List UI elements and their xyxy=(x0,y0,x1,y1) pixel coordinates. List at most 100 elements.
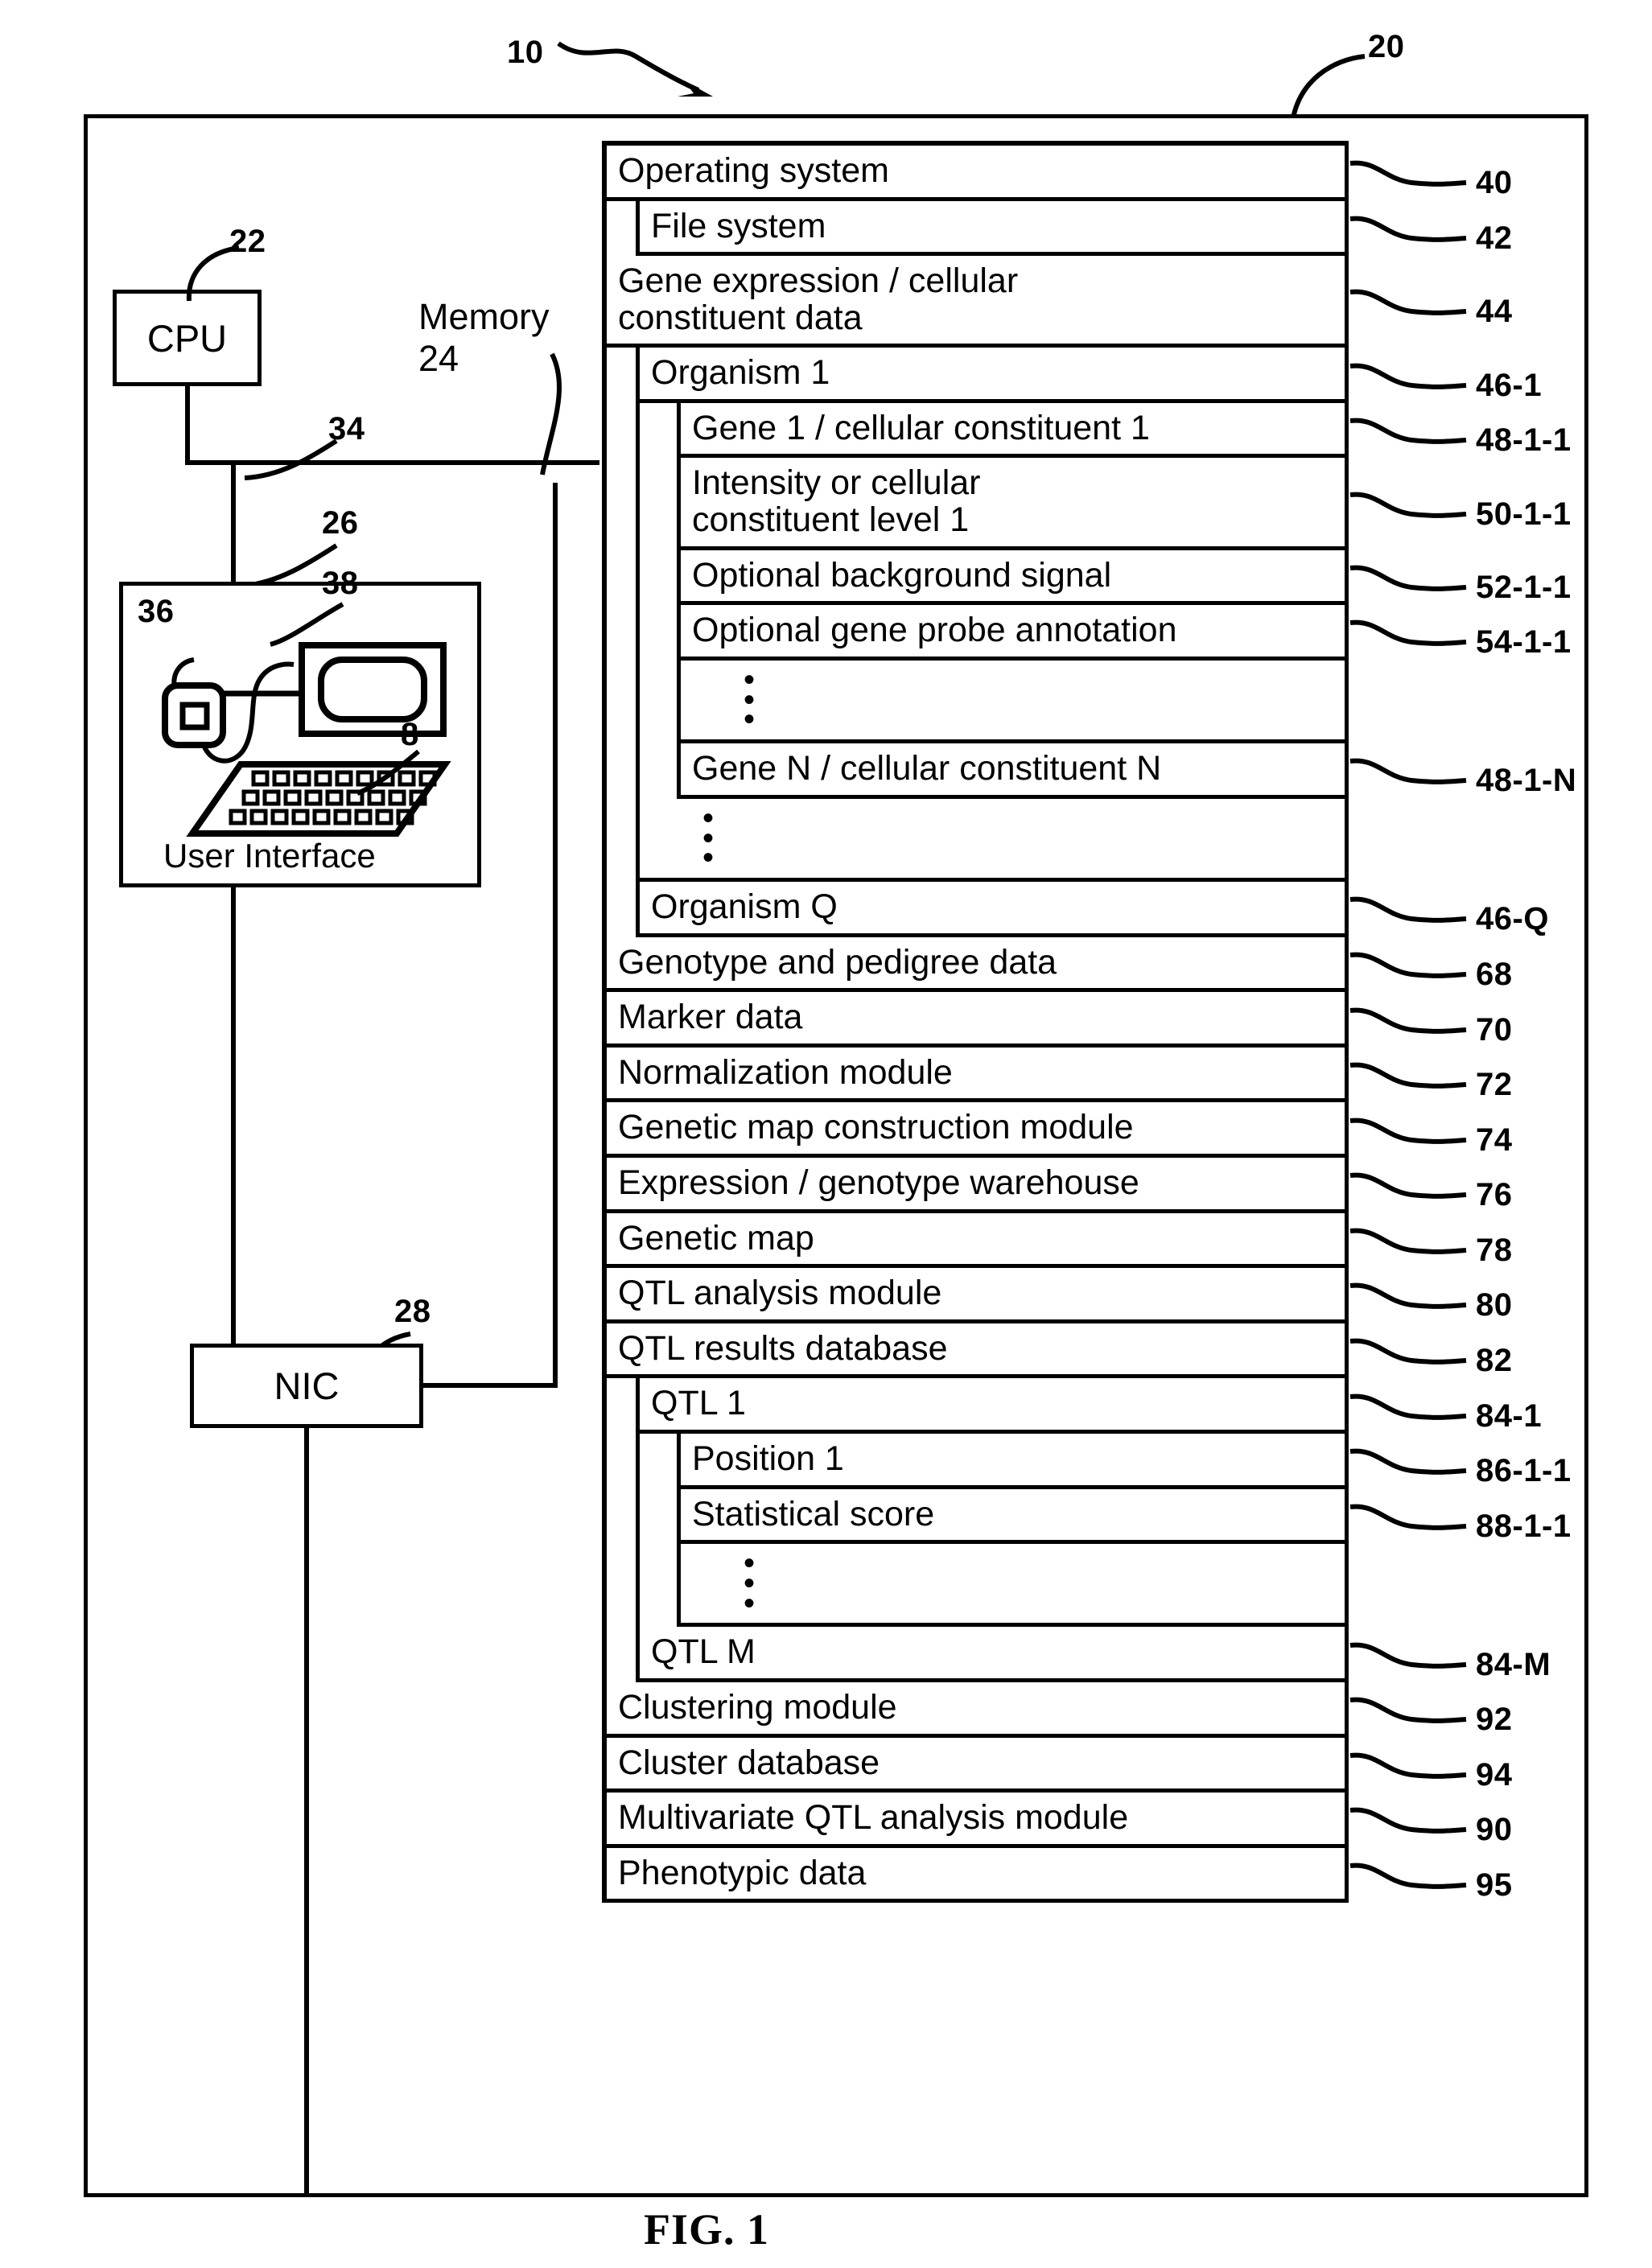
leader-line-48-1-1 xyxy=(1349,418,1467,445)
nesting-rail-level-1: • • • xyxy=(636,660,1349,744)
mouse-icon xyxy=(162,657,295,764)
leader-line-70 xyxy=(1349,1007,1467,1034)
ref-24-memory: 24 xyxy=(418,337,459,379)
leader-line-48-1-N xyxy=(1349,759,1467,785)
memory-row-label: Gene 1 / cellular constituent 1 xyxy=(692,408,1150,447)
memory-label-word: Memory xyxy=(418,296,550,337)
leader-line-95 xyxy=(1349,1863,1467,1889)
memory-row-normalization-module: Normalization module xyxy=(607,1047,1349,1103)
memory-label: Memory 24 xyxy=(418,296,550,380)
memory-row-qtl-m: QTL M xyxy=(640,1627,1349,1683)
leader-line-44 xyxy=(1349,289,1467,316)
leader-line-54-1-1 xyxy=(1349,620,1467,647)
leader-38 xyxy=(270,602,344,647)
nesting-rail-level-1: • • • xyxy=(636,798,1349,883)
memory-row-label: QTL M xyxy=(651,1632,756,1672)
nesting-rail-level-1: Statistical score xyxy=(636,1488,1349,1545)
memory-row-label: Position 1 xyxy=(692,1439,844,1478)
memory-row-genetic-map: Genetic map xyxy=(607,1212,1349,1269)
memory-row-qtl-results-database: QTL results database xyxy=(607,1323,1349,1379)
memory-row-marker-data: Marker data xyxy=(607,992,1349,1048)
leader-line-74 xyxy=(1349,1118,1467,1144)
ref-28-nic: 28 xyxy=(394,1294,431,1329)
memory-row-label: Clustering module xyxy=(618,1688,897,1727)
memory-row-organism-1: Organism 1 xyxy=(640,348,1349,403)
memory-row-ellipsis: • • • xyxy=(640,798,1349,883)
nesting-rail-level-2: Gene N / cellular constituent N xyxy=(677,743,1349,799)
ref-40: 40 xyxy=(1476,165,1513,201)
leader-line-94 xyxy=(1349,1752,1467,1779)
monitor-icon xyxy=(299,642,447,737)
memory-row-label: QTL results database xyxy=(618,1328,948,1368)
ref-74: 74 xyxy=(1476,1122,1513,1158)
memory-row-label: Cluster database xyxy=(618,1743,880,1782)
ref-46-1: 46-1 xyxy=(1476,367,1543,403)
memory-row-organism-q: Organism Q xyxy=(640,882,1349,937)
ref-54-1-1: 54-1-1 xyxy=(1476,624,1572,661)
memory-row-file-system: File system xyxy=(640,200,1349,257)
leader-line-50-1-1 xyxy=(1349,492,1467,518)
memory-row-label: Genotype and pedigree data xyxy=(618,942,1057,982)
nesting-rail-level-2: Intensity or cellular constituent level … xyxy=(677,458,1349,550)
memory-row-label: Genetic map xyxy=(618,1218,814,1257)
memory-row-statistical-score: Statistical score xyxy=(681,1488,1349,1545)
memory-row-expression-warehouse: Expression / genotype warehouse xyxy=(607,1158,1349,1213)
memory-row-ellipsis: • • • xyxy=(681,1544,1349,1628)
nesting-rail-level-2: Position 1 xyxy=(677,1433,1349,1489)
memory-row-label: QTL 1 xyxy=(651,1384,746,1423)
nesting-rail-level-2: Optional background signal xyxy=(677,550,1349,606)
memory-row-cluster-database: Cluster database xyxy=(607,1737,1349,1793)
leader-line-86-1-1 xyxy=(1349,1448,1467,1476)
memory-row-label: Genetic map construction module xyxy=(618,1108,1134,1147)
nesting-rail-level-1: Position 1 xyxy=(636,1433,1349,1489)
ref-92: 92 xyxy=(1476,1702,1513,1738)
ref-50-1-1: 50-1-1 xyxy=(1476,496,1572,532)
memory-row-label: QTL analysis module xyxy=(618,1274,942,1313)
nesting-rail-level-1: Gene N / cellular constituent N xyxy=(636,743,1349,799)
leader-line-82 xyxy=(1349,1338,1467,1365)
memory-row-operating-system: Operating system xyxy=(607,146,1349,201)
ref-94: 94 xyxy=(1476,1756,1513,1793)
user-interface-label: User Interface xyxy=(163,837,376,875)
nesting-rail-level-1: Organism 1 xyxy=(636,348,1349,403)
ref-72: 72 xyxy=(1476,1067,1513,1103)
leader-line-46-1 xyxy=(1349,363,1467,389)
memory-row-label: Intensity or cellular constituent level … xyxy=(692,463,981,540)
memory-row-clustering-module: Clustering module xyxy=(607,1682,1349,1738)
ref-46-Q: 46-Q xyxy=(1476,901,1549,937)
leader-line-72 xyxy=(1349,1062,1467,1089)
leader-line-40 xyxy=(1349,160,1467,187)
leader-line-92 xyxy=(1349,1697,1467,1724)
nic-box: NIC xyxy=(190,1344,423,1428)
memory-row-label: Gene N / cellular constituent N xyxy=(692,749,1162,788)
nesting-rail-level-1: Gene 1 / cellular constituent 1 xyxy=(636,402,1349,459)
memory-row-label: Organism Q xyxy=(651,887,838,927)
ref-70: 70 xyxy=(1476,1011,1513,1048)
leader-34 xyxy=(244,438,338,480)
ref-88-1-1: 88-1-1 xyxy=(1476,1508,1572,1544)
leader-line-46-Q xyxy=(1349,897,1467,924)
memory-row-label: Gene expression / cellular constituent d… xyxy=(618,261,1019,337)
ref-90: 90 xyxy=(1476,1812,1513,1848)
ref-42: 42 xyxy=(1476,220,1513,256)
ref-44: 44 xyxy=(1476,294,1513,330)
nesting-rail-level-1: Intensity or cellular constituent level … xyxy=(636,458,1349,550)
ref-80: 80 xyxy=(1476,1287,1513,1323)
memory-row-ellipsis: • • • xyxy=(681,660,1349,744)
memory-row-optional-background: Optional background signal xyxy=(681,550,1349,606)
memory-row-label: Optional background signal xyxy=(692,555,1112,595)
nesting-rail-level-1: QTL 1 xyxy=(636,1378,1349,1434)
memory-row-label: Optional gene probe annotation xyxy=(692,611,1177,650)
leader-line-78 xyxy=(1349,1228,1467,1254)
nesting-rail-level-2: • • • xyxy=(677,660,1349,744)
memory-row-intensity-level-1: Intensity or cellular constituent level … xyxy=(681,458,1349,550)
ref-78: 78 xyxy=(1476,1232,1513,1268)
ref-76: 76 xyxy=(1476,1177,1513,1213)
memory-contents: Operating system File system Gene expressi… xyxy=(602,141,1349,1904)
memory-row-label: File system xyxy=(651,206,826,245)
ref-68: 68 xyxy=(1476,957,1513,992)
vertical-ellipsis: • • • xyxy=(744,1546,756,1621)
ref-36-mouse: 36 xyxy=(138,594,175,629)
vertical-ellipsis: • • • xyxy=(702,800,715,876)
ref-52-1-1: 52-1-1 xyxy=(1476,569,1572,605)
